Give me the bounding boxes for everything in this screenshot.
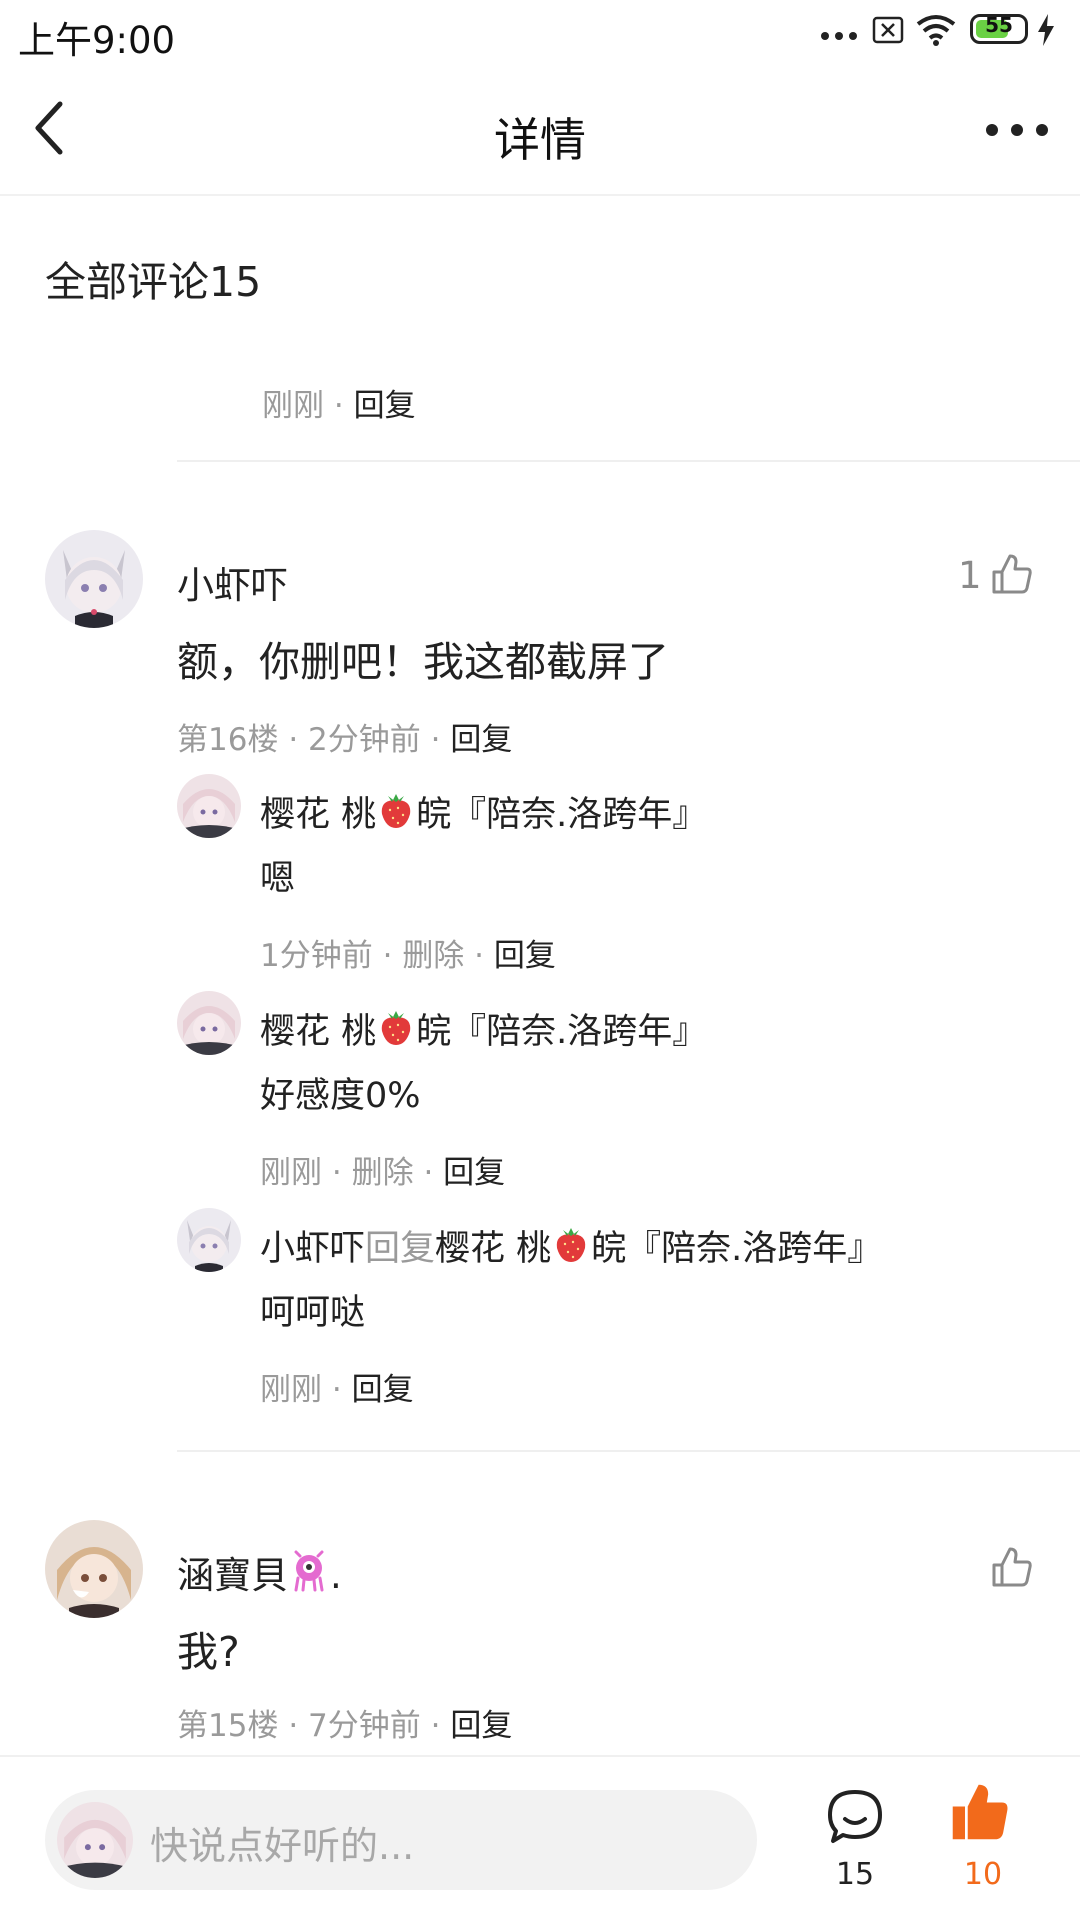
comments-button[interactable]: 15 bbox=[825, 1787, 885, 1907]
reply-username-suffix: 皖『陪奈.洛跨年』 bbox=[416, 795, 708, 835]
sim-x-icon bbox=[872, 16, 904, 44]
avatar[interactable] bbox=[177, 1208, 241, 1272]
comment-input[interactable]: 快说点好听的... bbox=[45, 1790, 757, 1890]
comment-count: 15 bbox=[835, 1857, 875, 1892]
reply-meta: 刚刚 · 删除 · 回复 bbox=[260, 1147, 505, 1192]
avatar-image bbox=[45, 530, 143, 628]
status-icons: 55 bbox=[820, 13, 1060, 54]
separator-dot: · bbox=[333, 388, 354, 424]
comment-bubble-icon bbox=[828, 1790, 882, 1843]
reply-time: 刚刚 bbox=[260, 1155, 322, 1191]
reply-username-text: 樱花 桃 bbox=[260, 795, 377, 835]
reply-username-suffix: 皖『陪奈.洛跨年』 bbox=[416, 1012, 708, 1052]
divider bbox=[177, 1450, 1080, 1452]
comment-time: 刚刚 bbox=[262, 388, 324, 424]
post-like-button[interactable]: 10 bbox=[950, 1782, 1016, 1902]
battery-level: 55 bbox=[985, 13, 1013, 37]
comment-username-text: 涵寶貝 bbox=[177, 1554, 288, 1597]
strawberry-icon bbox=[381, 794, 411, 828]
more-button[interactable] bbox=[984, 110, 1050, 150]
like-button[interactable] bbox=[988, 1545, 1038, 1595]
alien-monster-icon bbox=[294, 1550, 324, 1592]
like-count: 1 bbox=[958, 554, 982, 597]
reply-button[interactable]: 回复 bbox=[450, 1708, 512, 1744]
separator-dot: · bbox=[423, 1155, 444, 1191]
reply-content: 呵呵哒 bbox=[260, 1293, 366, 1333]
reply-button[interactable]: 回复 bbox=[352, 1372, 414, 1408]
thumbs-up-filled-icon bbox=[952, 1784, 1008, 1840]
avatar[interactable] bbox=[45, 530, 143, 628]
separator-dot: · bbox=[474, 938, 494, 974]
avatar-image bbox=[177, 1208, 241, 1272]
comment-floor: 第15楼 bbox=[177, 1708, 279, 1744]
navbar: 详情 bbox=[0, 66, 1080, 196]
like-button[interactable]: 1 bbox=[958, 552, 1038, 602]
charging-icon bbox=[1038, 14, 1054, 46]
separator-dot: · bbox=[430, 722, 451, 758]
separator-dot: · bbox=[288, 722, 309, 758]
avatar[interactable] bbox=[45, 1520, 143, 1618]
reply-button[interactable]: 回复 bbox=[354, 388, 416, 424]
thumbs-up-icon bbox=[992, 1547, 1032, 1587]
comment-meta: 第15楼 · 7分钟前 · 回复 bbox=[177, 1700, 512, 1745]
reply-content: 嗯 bbox=[260, 859, 296, 899]
bottom-bar: 快说点好听的... 15 10 bbox=[0, 1755, 1080, 1920]
avatar bbox=[57, 1802, 133, 1878]
delete-button[interactable]: 删除 bbox=[352, 1155, 414, 1191]
comments-section-title: 全部评论15 bbox=[45, 258, 262, 306]
reply-content: 好感度0% bbox=[260, 1076, 421, 1116]
divider bbox=[177, 460, 1080, 462]
separator-dot: · bbox=[331, 1155, 352, 1191]
reply-username[interactable]: 樱花 桃皖『陪奈.洛跨年』 bbox=[260, 1003, 707, 1054]
comment-username-suffix: . bbox=[330, 1554, 342, 1597]
separator-dot: · bbox=[430, 1708, 451, 1744]
comment-username[interactable]: 小虾吓 bbox=[177, 555, 288, 609]
reply-time: 1分钟前 bbox=[260, 938, 373, 974]
comment-meta: 刚刚 · 回复 bbox=[262, 380, 416, 425]
separator-dot: · bbox=[382, 938, 403, 974]
strawberry-icon bbox=[556, 1228, 586, 1262]
page-title: 详情 bbox=[494, 113, 586, 167]
post-like-count: 10 bbox=[963, 1857, 1003, 1892]
thumbs-up-icon bbox=[992, 554, 1032, 594]
avatar[interactable] bbox=[177, 774, 241, 838]
strawberry-icon bbox=[381, 1011, 411, 1045]
reply-target-username[interactable]: 樱花 桃 bbox=[435, 1229, 551, 1269]
separator-dot: · bbox=[331, 1372, 352, 1408]
reply-button[interactable]: 回复 bbox=[443, 1155, 505, 1191]
reply-meta: 刚刚 · 回复 bbox=[260, 1364, 414, 1409]
comment-time: 7分钟前 bbox=[308, 1708, 421, 1744]
status-bar: 上午9:00 55 bbox=[0, 0, 1080, 66]
comment-meta: 第16楼 · 2分钟前 · 回复 bbox=[177, 714, 512, 759]
avatar-image bbox=[177, 991, 241, 1055]
comment-username[interactable]: 涵寶貝. bbox=[177, 1545, 342, 1599]
more-icon bbox=[986, 124, 1048, 136]
reply-to-label: 回复 bbox=[365, 1229, 436, 1269]
delete-button[interactable]: 删除 bbox=[402, 938, 464, 974]
reply-username[interactable]: 小虾吓回复樱花 桃皖『陪奈.洛跨年』 bbox=[260, 1220, 882, 1271]
comment-time: 2分钟前 bbox=[308, 722, 421, 758]
wifi-icon bbox=[916, 15, 956, 46]
separator-dot: · bbox=[288, 1708, 309, 1744]
reply-username[interactable]: 樱花 桃皖『陪奈.洛跨年』 bbox=[260, 786, 707, 837]
reply-target-suffix: 皖『陪奈.洛跨年』 bbox=[591, 1229, 883, 1269]
reply-meta: 1分钟前 · 删除 · 回复 bbox=[260, 930, 556, 975]
avatar[interactable] bbox=[177, 991, 241, 1055]
avatar-image bbox=[45, 1520, 143, 1618]
comment-content: 额，你删吧！我这都截屏了 bbox=[177, 638, 669, 686]
more-dots-icon bbox=[821, 32, 857, 40]
avatar-image bbox=[177, 774, 241, 838]
status-time: 上午9:00 bbox=[18, 19, 176, 62]
reply-username-text: 樱花 桃 bbox=[260, 1012, 377, 1052]
reply-username-text: 小虾吓 bbox=[260, 1229, 366, 1269]
battery-icon: 55 bbox=[970, 13, 1028, 44]
comment-content: 我? bbox=[177, 1628, 240, 1676]
reply-button[interactable]: 回复 bbox=[450, 722, 512, 758]
avatar-image bbox=[57, 1802, 133, 1878]
comment-input-placeholder: 快说点好听的... bbox=[150, 1824, 415, 1868]
reply-time: 刚刚 bbox=[260, 1372, 322, 1408]
comment-floor: 第16楼 bbox=[177, 722, 279, 758]
reply-button[interactable]: 回复 bbox=[494, 938, 556, 974]
